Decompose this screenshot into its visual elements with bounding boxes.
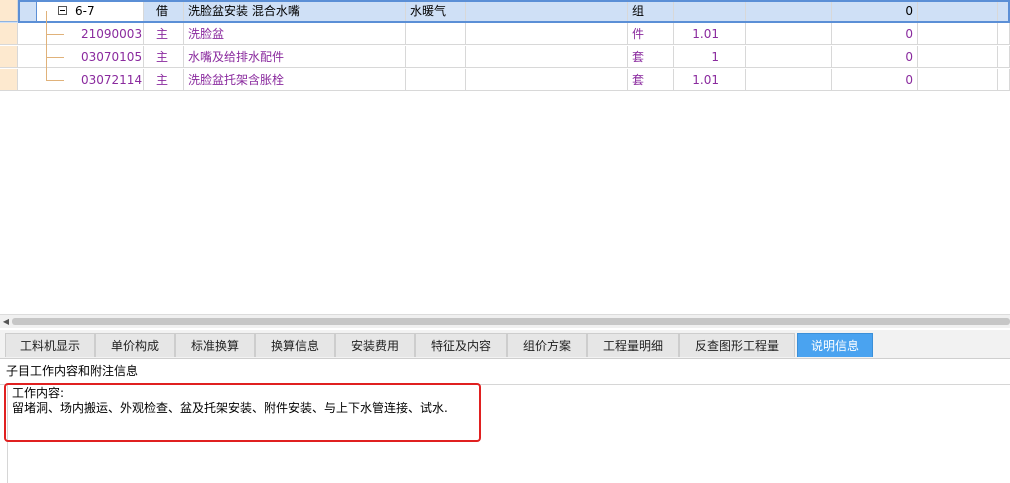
code-text: 21090003 — [81, 27, 143, 41]
scrollbar-thumb[interactable] — [12, 318, 1010, 325]
spec-cell[interactable] — [406, 69, 466, 91]
name-cell[interactable]: 洗脸盆安装 混合水嘴 — [184, 0, 406, 22]
blank-cell[interactable] — [918, 23, 998, 45]
table-row[interactable]: 03070105 主 水嘴及给排水配件 套 1 0 — [0, 46, 1010, 69]
tab-standard-conversion[interactable]: 标准换算 — [175, 333, 255, 357]
row-gutter[interactable] — [0, 23, 18, 45]
name-cell[interactable]: 洗脸盆 — [184, 23, 406, 45]
spec-cell[interactable]: 水暖气 — [406, 0, 466, 22]
tab-reverse-quantity[interactable]: 反查图形工程量 — [679, 333, 795, 357]
tree-branch — [46, 34, 64, 35]
code-cell[interactable]: 03070105 — [18, 46, 144, 68]
unit-cell[interactable]: 套 — [628, 69, 674, 91]
extra-cell[interactable] — [466, 46, 628, 68]
price-cell[interactable] — [746, 0, 832, 22]
type-cell[interactable]: 主 — [144, 69, 184, 91]
tab-quantity-detail[interactable]: 工程量明细 — [587, 333, 679, 357]
type-cell[interactable]: 借 — [144, 0, 184, 22]
blank-cell[interactable] — [998, 46, 1010, 68]
table-row[interactable]: 6-7 借 洗脸盆安装 混合水嘴 水暖气 组 0 — [0, 0, 1010, 23]
left-arrow-icon[interactable]: ◀ — [0, 315, 12, 328]
spec-cell[interactable] — [406, 46, 466, 68]
row-gutter[interactable] — [0, 46, 18, 68]
tab-features[interactable]: 特征及内容 — [415, 333, 507, 357]
type-cell[interactable]: 主 — [144, 23, 184, 45]
total-cell[interactable]: 0 — [832, 46, 918, 68]
content-body: 留堵洞、场内搬运、外观检查、盆及托架安装、附件安装、与上下水管连接、试水. — [12, 401, 448, 415]
code-text: 6-7 — [75, 4, 95, 18]
qty-cell[interactable] — [674, 0, 746, 22]
spec-cell[interactable] — [406, 23, 466, 45]
extra-cell[interactable] — [466, 0, 628, 22]
total-cell[interactable]: 0 — [832, 69, 918, 91]
blank-cell[interactable] — [998, 23, 1010, 45]
panel-title: 子目工作内容和附注信息 — [6, 364, 139, 378]
content-heading: 工作内容: — [12, 386, 65, 400]
tab-conversion-info[interactable]: 换算信息 — [255, 333, 335, 357]
table-row[interactable]: 03072114 主 洗脸盆托架含胀栓 套 1.01 0 — [0, 69, 1010, 92]
tab-material-display[interactable]: 工料机显示 — [5, 333, 95, 357]
qty-cell[interactable]: 1.01 — [674, 69, 746, 91]
blank-cell[interactable] — [998, 69, 1010, 91]
price-cell[interactable] — [746, 23, 832, 45]
blank-cell[interactable] — [918, 69, 998, 91]
extra-cell[interactable] — [466, 23, 628, 45]
tab-description[interactable]: 说明信息 — [797, 333, 873, 357]
row-gutter[interactable] — [0, 69, 18, 91]
price-cell[interactable] — [746, 69, 832, 91]
tab-install-cost[interactable]: 安装费用 — [335, 333, 415, 357]
code-cell[interactable]: 21090003 — [18, 23, 144, 45]
total-cell[interactable]: 0 — [832, 0, 918, 22]
tab-pricing-plan[interactable]: 组价方案 — [507, 333, 587, 357]
blank-cell[interactable] — [918, 46, 998, 68]
name-cell[interactable]: 水嘴及给排水配件 — [184, 46, 406, 68]
name-cell[interactable]: 洗脸盆托架含胀栓 — [184, 69, 406, 91]
qty-cell[interactable]: 1 — [674, 46, 746, 68]
detail-tab-bar: 工料机显示 单价构成 标准换算 换算信息 安装费用 特征及内容 组价方案 工程量… — [0, 330, 1010, 359]
price-cell[interactable] — [746, 46, 832, 68]
type-cell[interactable]: 主 — [144, 46, 184, 68]
unit-cell[interactable]: 件 — [628, 23, 674, 45]
code-cell[interactable]: 03072114 — [18, 69, 144, 91]
tree-branch — [46, 80, 64, 81]
code-cell[interactable]: 6-7 — [18, 0, 144, 22]
code-text: 03072114 — [81, 73, 143, 87]
horizontal-scrollbar[interactable]: ◀ — [0, 314, 1010, 328]
table-row[interactable]: 21090003 主 洗脸盆 件 1.01 0 — [0, 23, 1010, 46]
blank-cell[interactable] — [918, 0, 998, 22]
tree-branch — [46, 57, 64, 58]
minus-box-icon[interactable] — [58, 6, 67, 15]
tree-connector — [46, 11, 47, 81]
qty-cell[interactable]: 1.01 — [674, 23, 746, 45]
total-cell[interactable]: 0 — [832, 23, 918, 45]
code-text: 03070105 — [81, 50, 143, 64]
blank-cell[interactable] — [998, 0, 1010, 22]
unit-cell[interactable]: 套 — [628, 46, 674, 68]
description-text[interactable]: 工作内容: 留堵洞、场内搬运、外观检查、盆及托架安装、附件安装、与上下水管连接、… — [12, 386, 448, 416]
row-gutter[interactable] — [0, 0, 18, 22]
extra-cell[interactable] — [466, 69, 628, 91]
unit-cell[interactable]: 组 — [628, 0, 674, 22]
tab-unit-price[interactable]: 单价构成 — [95, 333, 175, 357]
quota-grid: 6-7 借 洗脸盆安装 混合水嘴 水暖气 组 0 21090003 主 洗脸盆 … — [0, 0, 1010, 314]
